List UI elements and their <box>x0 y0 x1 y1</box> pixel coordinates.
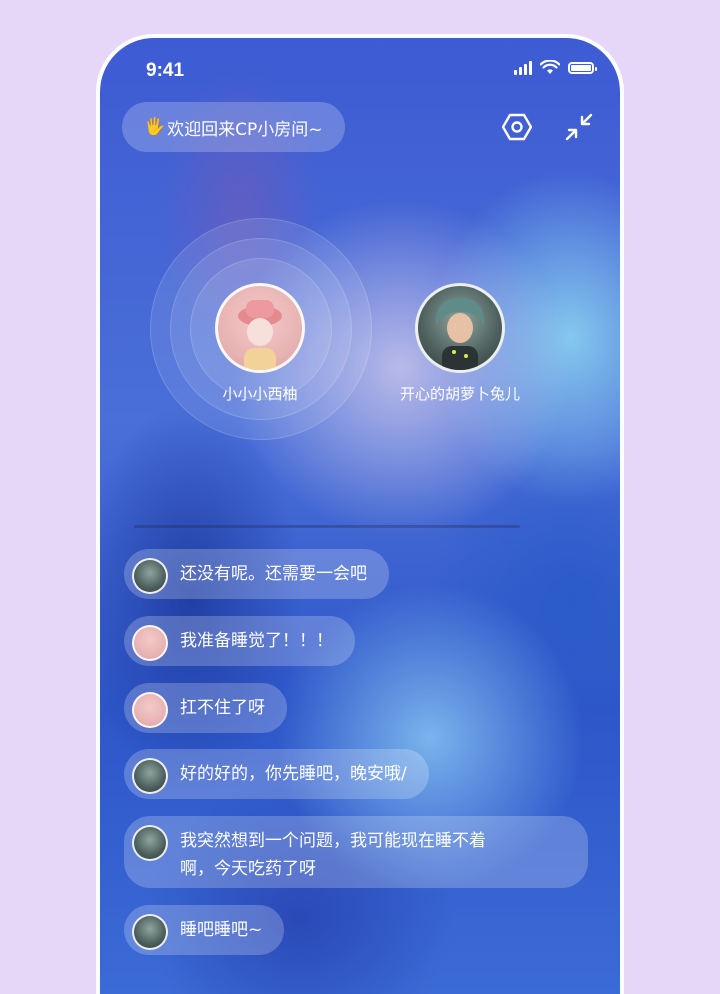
teal-hair-character-avatar-icon[interactable] <box>132 558 168 594</box>
pink-hat-character-avatar-icon[interactable] <box>132 625 168 661</box>
teal-hair-character-icon <box>435 298 485 370</box>
message-line: 啊，今天吃药了呀 <box>180 859 316 879</box>
seat-1[interactable]: 小小小西柚 <box>190 283 330 404</box>
settings-button[interactable] <box>500 110 534 144</box>
status-bar: 9:41 <box>100 38 620 102</box>
battery-icon <box>568 61 597 74</box>
teal-hair-character-avatar-icon[interactable] <box>132 758 168 794</box>
collapse-arrows-icon <box>565 113 593 141</box>
chat-message: 我准备睡觉了！！！ <box>124 616 355 666</box>
chat-room-screen: 9:41 🖐 欢迎回来CP小房间~ 小小小西柚 开心的胡萝卜兔儿 还没有呢。还需… <box>100 38 620 994</box>
message-text: 我准备睡觉了！！！ <box>180 631 333 651</box>
welcome-banner: 🖐 欢迎回来CP小房间~ <box>122 102 345 152</box>
status-icons <box>514 60 597 75</box>
avatar[interactable] <box>415 283 505 373</box>
wave-hand-icon: 🖐 <box>144 117 166 137</box>
teal-hair-character-avatar-icon[interactable] <box>132 914 168 950</box>
chat-message: 好的好的，你先睡吧，晚安哦/ <box>124 749 429 799</box>
welcome-text: 欢迎回来CP小房间~ <box>167 119 323 140</box>
avatar[interactable] <box>215 283 305 373</box>
chat-message: 睡吧睡吧~ <box>124 905 285 955</box>
seat-2[interactable]: 开心的胡萝卜兔儿 <box>390 283 530 404</box>
seat-name: 小小小西柚 <box>222 385 298 403</box>
chat-divider <box>134 525 520 528</box>
teal-hair-character-avatar-icon[interactable] <box>132 825 168 861</box>
seat-name: 开心的胡萝卜兔儿 <box>399 385 520 403</box>
status-time: 9:41 <box>146 60 185 81</box>
message-text: 还没有呢。还需要一会吧 <box>180 564 367 584</box>
pink-hat-character-icon <box>238 300 282 370</box>
wifi-icon <box>540 60 560 74</box>
message-text: 我突然想到一个问题，我可能现在睡不着 啊，今天吃药了呀 <box>180 827 486 883</box>
minimize-button[interactable] <box>562 110 596 144</box>
chat-message: 扛不住了呀 <box>124 683 287 733</box>
pink-hat-character-avatar-icon[interactable] <box>132 692 168 728</box>
message-text: 睡吧睡吧~ <box>180 920 263 940</box>
chat-message: 还没有呢。还需要一会吧 <box>124 549 389 599</box>
hexagon-settings-icon <box>502 113 532 141</box>
message-text: 好的好的，你先睡吧，晚安哦/ <box>180 764 407 784</box>
message-text: 扛不住了呀 <box>180 698 265 718</box>
phone-frame: 9:41 🖐 欢迎回来CP小房间~ 小小小西柚 开心的胡萝卜兔儿 还没有呢。还需… <box>96 34 624 994</box>
cellular-signal-icon <box>514 60 532 75</box>
chat-message: 我突然想到一个问题，我可能现在睡不着 啊，今天吃药了呀 <box>124 816 588 888</box>
message-line: 我突然想到一个问题，我可能现在睡不着 <box>180 831 486 851</box>
